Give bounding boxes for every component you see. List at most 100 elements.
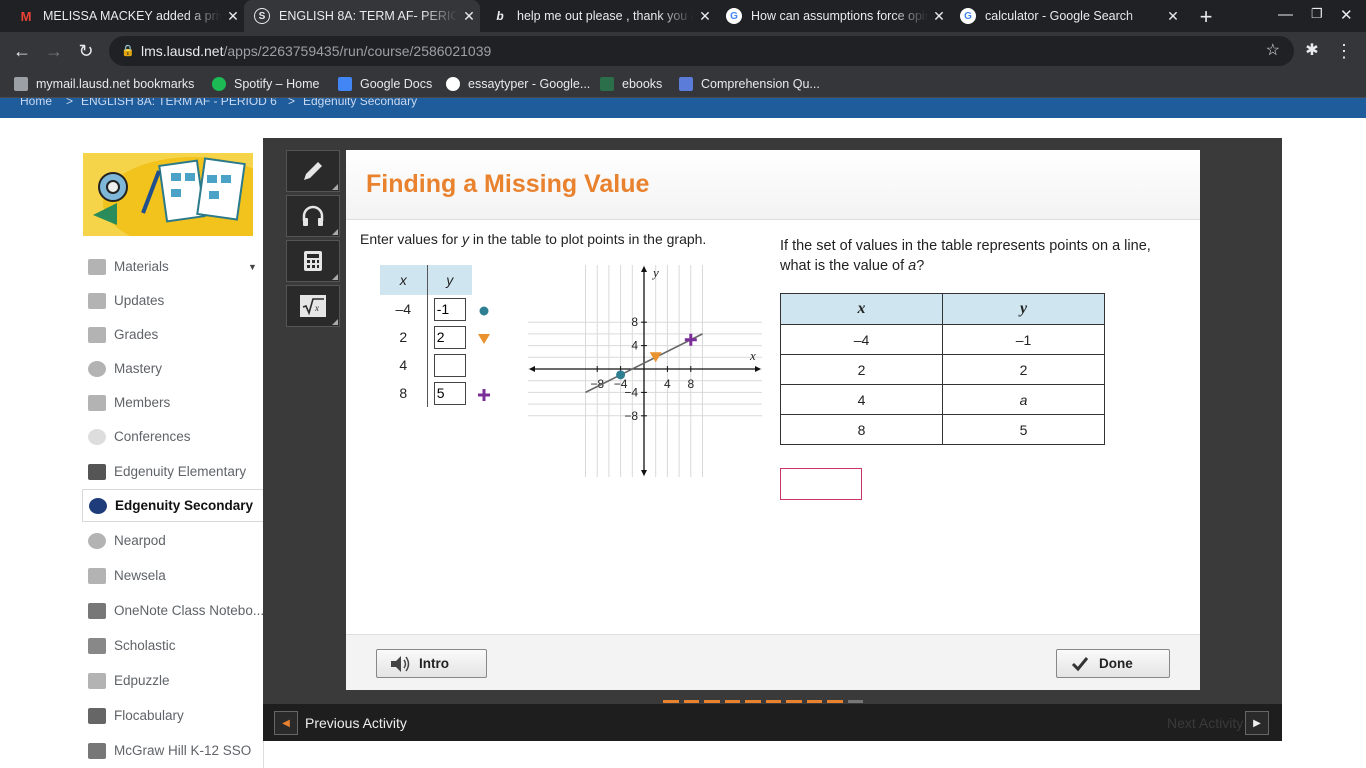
- done-button[interactable]: Done: [1056, 649, 1170, 678]
- menu-icon[interactable]: ⋮: [1332, 41, 1356, 61]
- browser-tab-4[interactable]: G How can assumptions force opinions ✕: [716, 0, 950, 32]
- folder-icon: [14, 77, 28, 91]
- bookmark-item[interactable]: Google Docs: [338, 70, 432, 98]
- y-tick-label: −8: [624, 409, 638, 423]
- sidebar-item-materials[interactable]: Materials ▼: [82, 250, 263, 283]
- sidebar-item-label: Edgenuity Secondary: [115, 498, 254, 513]
- answer-input[interactable]: [780, 468, 862, 500]
- breadcrumb-home[interactable]: Home: [20, 98, 52, 108]
- sidebar-item-label: McGraw Hill K-12 SSO: [114, 743, 252, 758]
- chevron-down-icon[interactable]: ▼: [248, 262, 257, 272]
- sidebar-item-label: OneNote Class Notebo...: [114, 603, 265, 618]
- sidebar-item-conferences[interactable]: Conferences: [82, 420, 263, 453]
- sidebar-item-newsela[interactable]: Newsela: [82, 559, 263, 592]
- y-input[interactable]: [433, 353, 466, 377]
- forward-icon[interactable]: →: [42, 41, 66, 61]
- browser-tab-strip: M MELISSA MACKEY added a private comment…: [0, 0, 1366, 32]
- new-tab-icon[interactable]: +: [1195, 4, 1217, 30]
- lesson-header: Finding a Missing Value: [346, 150, 1200, 220]
- sidebar-item-mcgraw-hill[interactable]: McGraw Hill K-12 SSO: [82, 734, 263, 767]
- bookmark-item[interactable]: essaytyper - Google...: [446, 70, 590, 98]
- sidebar-item-flocabulary[interactable]: Flocabulary: [82, 699, 263, 732]
- sidebar-item-edpuzzle[interactable]: Edpuzzle: [82, 664, 263, 697]
- audio-tool-button[interactable]: [286, 195, 340, 237]
- close-tab-icon[interactable]: ✕: [222, 8, 244, 25]
- address-bar[interactable]: 🔒 lms.lausd.net/apps/2263759435/run/cour…: [109, 36, 1294, 66]
- sidebar-item-scholastic[interactable]: Scholastic: [82, 629, 263, 662]
- previous-activity-link[interactable]: Previous Activity: [305, 715, 407, 731]
- browser-tab-3[interactable]: b help me out please , thank you and ✕: [482, 0, 716, 32]
- bookmark-item[interactable]: Spotify – Home: [212, 70, 319, 98]
- window-close-icon[interactable]: ✕: [1340, 6, 1353, 24]
- docs-icon: [338, 77, 352, 91]
- sidebar-item-onenote[interactable]: OneNote Class Notebo...: [82, 594, 265, 627]
- newsela-icon: [88, 567, 106, 584]
- browser-tab-1[interactable]: M MELISSA MACKEY added a private comment…: [8, 0, 244, 32]
- ref-cell: 2: [780, 354, 943, 385]
- sidebar-item-members[interactable]: Members: [82, 386, 263, 419]
- close-tab-icon[interactable]: ✕: [928, 8, 950, 25]
- brainly-icon: b: [496, 9, 504, 23]
- speaker-icon: [391, 655, 410, 672]
- bookmarks-bar: mymail.lausd.net bookmarks Spotify – Hom…: [0, 70, 1366, 98]
- pencil-icon: [304, 162, 322, 180]
- bookmark-item[interactable]: Comprehension Qu...: [679, 70, 820, 98]
- y-axis-label: y: [651, 265, 659, 280]
- x-cell: 4: [380, 351, 428, 379]
- sidebar-item-edgenuity-secondary[interactable]: Edgenuity Secondary: [82, 489, 263, 522]
- sidebar-item-label: Mastery: [114, 361, 163, 376]
- google-icon: [446, 77, 460, 91]
- sidebar-item-mastery[interactable]: Mastery: [82, 352, 263, 385]
- extensions-icon[interactable]: ✱: [1300, 41, 1324, 61]
- browser-tab-2[interactable]: S ENGLISH 8A: TERM AF- PERIOD 6 ✕: [244, 0, 480, 32]
- instruction-variable: y: [461, 231, 469, 247]
- sidebar-item-edgenuity-elementary[interactable]: Edgenuity Elementary: [82, 455, 263, 488]
- sidebar-item-label: Flocabulary: [114, 708, 184, 723]
- reload-icon[interactable]: ↻: [74, 41, 98, 61]
- intro-button[interactable]: Intro: [376, 649, 487, 678]
- previous-arrow-icon[interactable]: ◀: [274, 711, 298, 735]
- table-row: 4: [380, 351, 472, 379]
- bookmark-item[interactable]: ebooks: [600, 70, 662, 98]
- lesson-title: Finding a Missing Value: [366, 170, 650, 198]
- sidebar-item-label: Updates: [114, 293, 165, 308]
- breadcrumb-separator: >: [66, 98, 74, 108]
- back-icon[interactable]: ←: [10, 41, 34, 61]
- members-icon: [88, 394, 106, 411]
- course-sidebar: Materials ▼ Updates Grades Mastery Member…: [82, 150, 265, 768]
- minimize-icon[interactable]: —: [1278, 6, 1293, 23]
- sidebar-item-label: Materials: [114, 259, 169, 274]
- formula-tool-button[interactable]: x: [286, 285, 340, 327]
- course-logo-illustration: [93, 157, 253, 236]
- y-input[interactable]: [433, 381, 466, 405]
- pencil-tool-button[interactable]: [286, 150, 340, 192]
- mastery-icon: [88, 360, 106, 377]
- schoology-icon: S: [254, 8, 270, 24]
- ref-cell: 5: [942, 414, 1105, 445]
- calculator-tool-button[interactable]: [286, 240, 340, 282]
- sidebar-item-updates[interactable]: Updates: [82, 284, 263, 317]
- tab-title: How can assumptions force opinions: [751, 9, 928, 23]
- sqrt-icon: x: [300, 295, 326, 317]
- next-activity-link[interactable]: Next Activity: [1167, 715, 1243, 731]
- x-tick-label: 8: [687, 377, 694, 391]
- browser-tab-5[interactable]: G calculator - Google Search ✕: [950, 0, 1184, 32]
- next-arrow-icon[interactable]: ▶: [1245, 711, 1269, 735]
- y-input[interactable]: [433, 297, 466, 321]
- instruction-part: in the table to plot points in the graph…: [468, 231, 707, 247]
- close-tab-icon[interactable]: ✕: [694, 8, 716, 25]
- close-tab-icon[interactable]: ✕: [458, 8, 480, 25]
- y-input[interactable]: [433, 325, 466, 349]
- bookmark-item[interactable]: mymail.lausd.net bookmarks: [14, 70, 194, 98]
- sidebar-item-nearpod[interactable]: Nearpod: [82, 524, 263, 557]
- quiz-icon: [679, 77, 693, 91]
- breadcrumb-separator: >: [288, 98, 296, 108]
- ref-cell: 4: [780, 384, 943, 415]
- breadcrumb-course[interactable]: ENGLISH 8A: TERM AF - PERIOD 6: [81, 98, 277, 108]
- bookmark-star-icon[interactable]: ☆: [1266, 36, 1280, 66]
- restore-icon[interactable]: ❐: [1311, 6, 1323, 22]
- coordinate-graph[interactable]: −8 −4 4 884−4−8xy: [528, 265, 762, 477]
- close-tab-icon[interactable]: ✕: [1162, 8, 1184, 25]
- edpuzzle-icon: [88, 672, 106, 689]
- sidebar-item-grades[interactable]: Grades: [82, 318, 263, 351]
